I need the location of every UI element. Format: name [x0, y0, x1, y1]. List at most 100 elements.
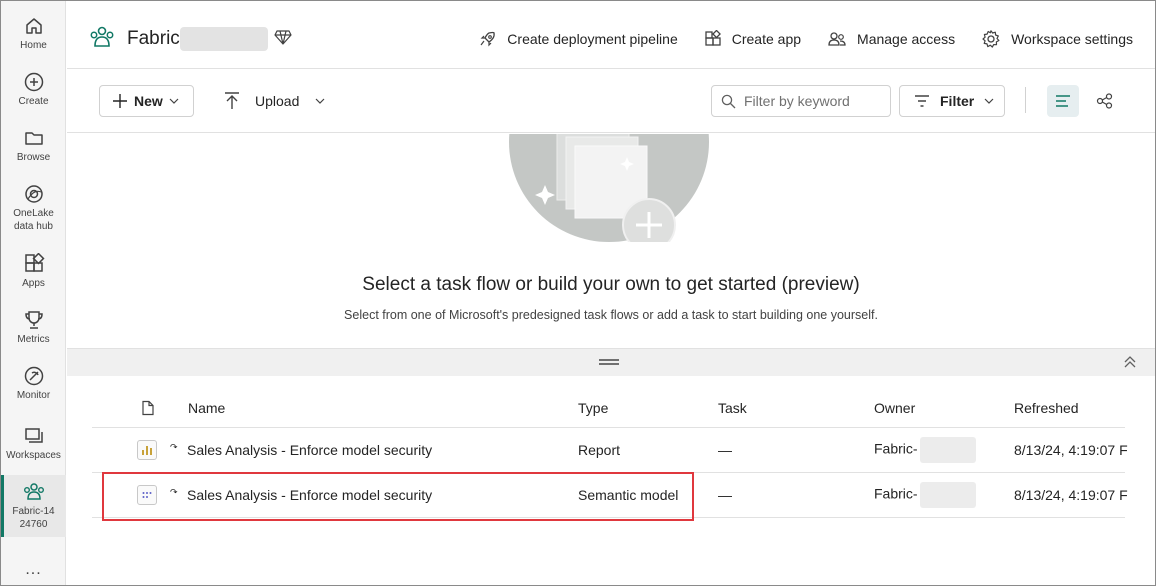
rail-item-label: Monitor [16, 390, 51, 401]
rail-item-current-workspace[interactable]: Fabric-1424760 [1, 475, 66, 537]
more-options-button[interactable]: ... [1, 561, 66, 579]
action-label: Create deployment pipeline [507, 31, 678, 47]
action-label: Manage access [857, 31, 956, 47]
redacted-name [919, 482, 976, 508]
premium-diamond-icon [274, 30, 292, 45]
new-button[interactable]: New [99, 85, 194, 117]
redacted-name [180, 27, 268, 51]
rail-item-label: Fabric-1424760 [12, 506, 55, 530]
workspace-title: Fabric- [127, 28, 187, 49]
rail-item-home[interactable]: Home [1, 15, 66, 52]
rail-item-label: Apps [22, 278, 45, 289]
rocket-icon [480, 31, 496, 47]
toolbar-divider [1025, 87, 1026, 113]
list-view-icon [1056, 95, 1070, 107]
rail-item-metrics[interactable]: Metrics [1, 309, 66, 346]
gear-icon [982, 30, 1000, 48]
resize-grip-icon[interactable] [599, 359, 619, 365]
item-owner: Fabric- [874, 437, 976, 463]
table-row[interactable]: ↷ Sales Analysis - Enforce model securit… [92, 473, 1128, 518]
browse-icon [24, 132, 43, 145]
rail-item-label: OneLake data hub [13, 208, 54, 232]
lineage-icon [1096, 93, 1113, 109]
chevron-down-icon [315, 98, 325, 104]
filter-label: Filter [940, 93, 975, 109]
workspace-settings-button[interactable]: Workspace settings [981, 29, 1133, 49]
item-owner: Fabric- [874, 482, 976, 508]
column-header-task[interactable]: Task [718, 400, 747, 416]
lineage-view-button[interactable] [1089, 85, 1121, 117]
rail-item-browse[interactable]: Browse [1, 127, 66, 164]
create-icon [24, 72, 43, 92]
redacted-name [919, 437, 976, 463]
chevron-down-icon [169, 98, 179, 104]
owner-name: Fabric- [874, 440, 918, 457]
report-icon [137, 440, 157, 460]
rail-item-monitor[interactable]: Monitor [1, 365, 66, 402]
list-view-button[interactable] [1047, 85, 1079, 117]
item-type: Report [578, 442, 621, 458]
task-flow-canvas: Select a task flow or build your own to … [67, 134, 1155, 348]
monitor-icon [24, 366, 43, 386]
header-actions: Create deployment pipeline Create app Ma… [479, 29, 1133, 49]
new-label: New [134, 93, 163, 109]
onelake-icon [24, 185, 43, 203]
search-input[interactable] [744, 93, 884, 109]
manage-access-button[interactable]: Manage access [827, 30, 955, 48]
collapse-up-icon[interactable] [1123, 355, 1137, 369]
shortcut-marker-icon: ↷ [170, 442, 178, 452]
workspace-toolbar: New Upload Filter [67, 69, 1155, 133]
filter-icon [915, 95, 929, 107]
workspace-people-icon [23, 483, 44, 500]
plus-icon [113, 94, 127, 108]
column-header-owner[interactable]: Owner [874, 400, 915, 416]
upload-button[interactable]: Upload [223, 85, 325, 117]
workspace-header: Fabric- Create deployment pipeline Creat… [67, 1, 1155, 69]
filter-button[interactable]: Filter [899, 85, 1005, 117]
rail-item-apps[interactable]: Apps [1, 253, 66, 290]
create-deployment-pipeline-button[interactable]: Create deployment pipeline [479, 30, 678, 48]
chevron-down-icon [984, 98, 994, 104]
rail-item-label: Create [18, 96, 49, 107]
workspace-items-table: Name Type Task Owner Refreshed ↷ Sales A… [67, 376, 1155, 585]
task-flow-description: Select from one of Microsoft's predesign… [344, 308, 878, 322]
task-flow-illustration [509, 134, 709, 262]
search-icon [721, 94, 736, 108]
column-header-type[interactable]: Type [578, 400, 608, 416]
action-label: Workspace settings [1011, 31, 1133, 47]
people-icon [828, 32, 846, 46]
rail-item-workspaces[interactable]: Workspaces [1, 425, 66, 462]
item-task: — [718, 442, 732, 458]
pane-splitter[interactable] [67, 348, 1155, 376]
action-label: Create app [731, 31, 802, 47]
column-header-name[interactable]: Name [188, 400, 225, 416]
item-refreshed: 8/13/24, 4:19:07 F [1014, 442, 1128, 458]
item-refreshed: 8/13/24, 4:19:07 F [1014, 487, 1128, 503]
left-nav-rail: Home Create Browse OneLake data hub Apps… [1, 1, 66, 585]
table-row[interactable]: ↷ Sales Analysis - Enforce model securit… [92, 428, 1128, 473]
rail-item-label: Browse [16, 152, 51, 163]
item-name-link[interactable]: Sales Analysis - Enforce model security [187, 487, 432, 503]
stacked-pages-illustration [535, 134, 676, 262]
task-flow-heading: Select a task flow or build your own to … [362, 274, 860, 295]
rail-item-label: Home [20, 40, 47, 51]
apps-icon [24, 253, 45, 272]
semantic-model-icon [137, 485, 157, 505]
rail-item-label: Workspaces [6, 450, 61, 461]
app-icon [705, 30, 721, 46]
owner-name: Fabric- [874, 485, 918, 502]
rail-item-label: Metrics [17, 334, 50, 345]
column-header-refreshed[interactable]: Refreshed [1014, 400, 1079, 416]
item-type: Semantic model [578, 487, 679, 503]
rail-item-onelake-data-hub[interactable]: OneLake data hub [1, 183, 66, 233]
rail-item-create[interactable]: Create [1, 71, 66, 108]
upload-icon [225, 92, 239, 109]
filter-search-box[interactable] [711, 85, 891, 117]
more-icon: ... [25, 561, 42, 578]
shortcut-marker-icon: ↷ [170, 487, 178, 497]
app-window: Home Create Browse OneLake data hub Apps… [0, 0, 1156, 586]
create-app-button[interactable]: Create app [704, 30, 801, 48]
item-name-link[interactable]: Sales Analysis - Enforce model security [187, 442, 432, 458]
item-task: — [718, 487, 732, 503]
workspaces-icon [24, 428, 43, 443]
